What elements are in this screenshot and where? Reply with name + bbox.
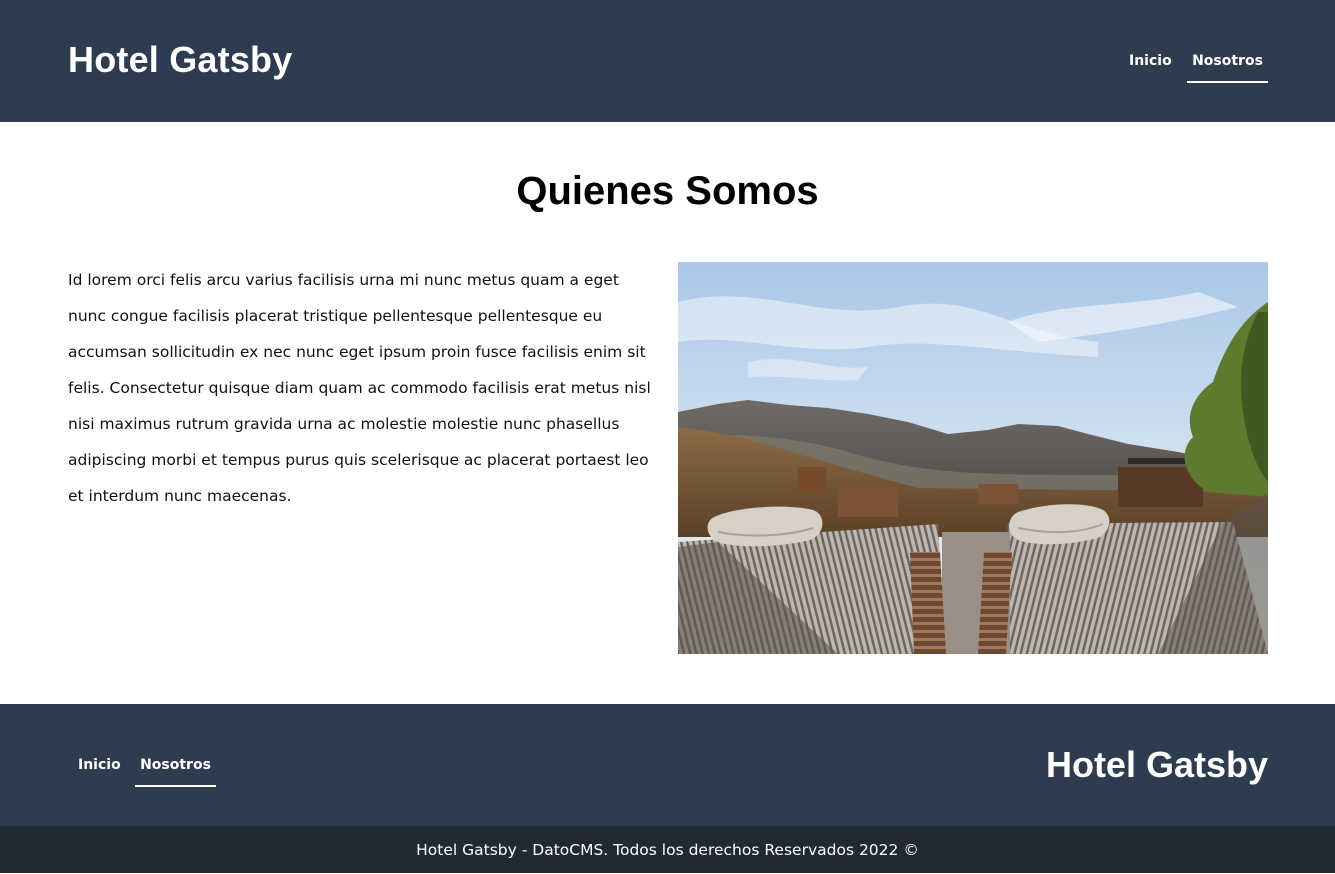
- footer-brand[interactable]: Hotel Gatsby: [1046, 743, 1268, 787]
- footer-link-nosotros[interactable]: Nosotros: [135, 755, 216, 787]
- hotel-photo-illustration: [678, 262, 1268, 654]
- header-brand[interactable]: Hotel Gatsby: [68, 38, 292, 82]
- footer-link-inicio[interactable]: Inicio: [78, 755, 121, 775]
- nav-link-inicio[interactable]: Inicio: [1129, 51, 1172, 71]
- page-title: Quienes Somos: [516, 169, 819, 213]
- hotel-photo: [678, 262, 1268, 654]
- about-paragraph: Id lorem orci felis arcu varius facilisi…: [68, 271, 651, 505]
- site-footer: Inicio Nosotros Hotel Gatsby: [0, 704, 1335, 826]
- copyright-bar: Hotel Gatsby - DatoCMS. Todos los derech…: [0, 826, 1335, 873]
- site-header: Hotel Gatsby Inicio Nosotros: [0, 0, 1335, 122]
- nav-link-nosotros[interactable]: Nosotros: [1187, 51, 1268, 83]
